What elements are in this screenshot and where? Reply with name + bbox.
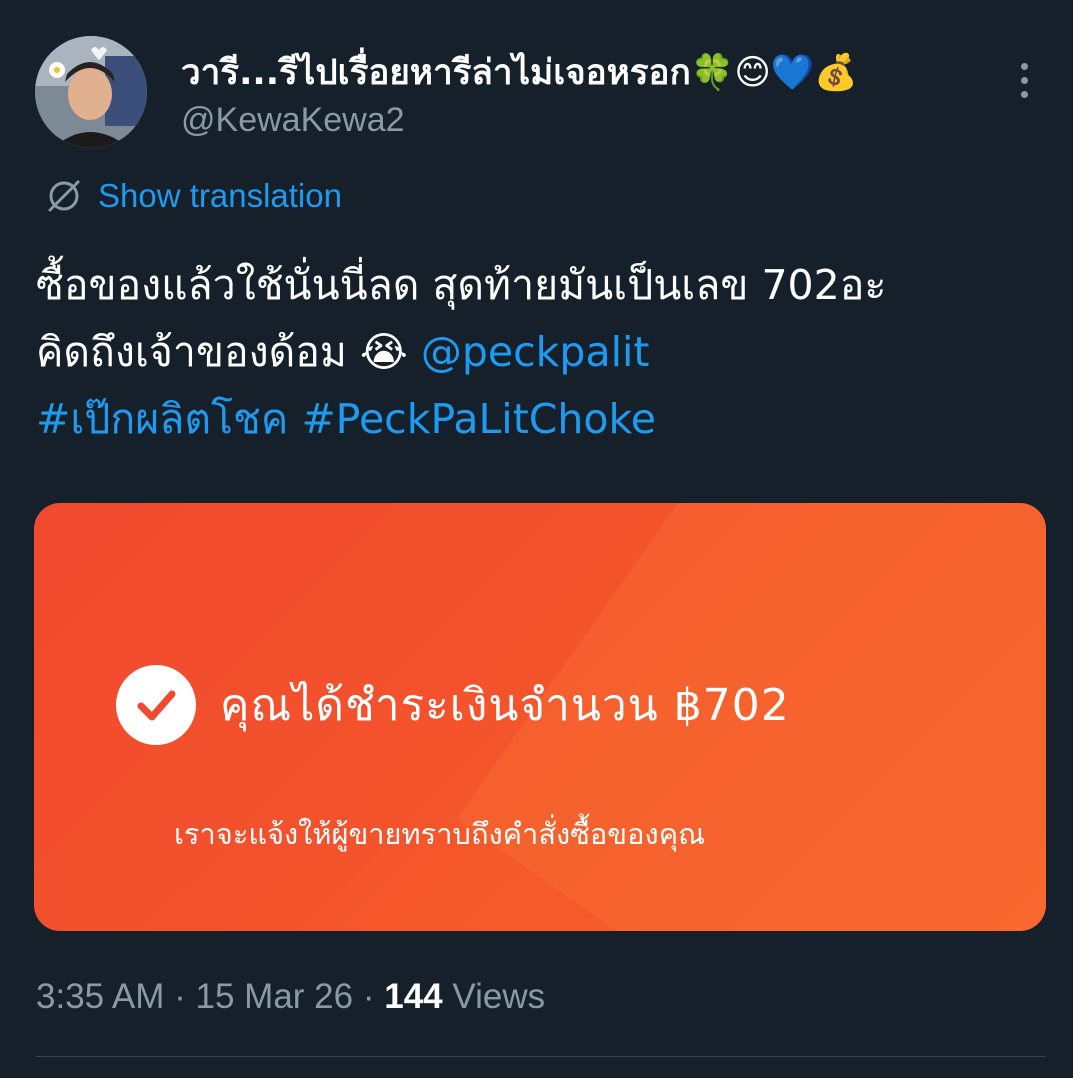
more-vertical-icon bbox=[1020, 62, 1028, 70]
tweet-meta: 3:35 AM · 15 Mar 26 · 144 Views bbox=[36, 975, 545, 1019]
seller-notify-text: เราจะแจ้งให้ผู้ขายทราบถึงคำสั่งซื้อของคุ… bbox=[174, 817, 706, 851]
meta-separator: · bbox=[164, 977, 196, 1016]
more-options-button[interactable] bbox=[1004, 58, 1044, 102]
more-vertical-icon-dot bbox=[1020, 76, 1028, 84]
user-handle[interactable]: @KewaKewa2 bbox=[181, 100, 405, 140]
more-vertical-icon-dot bbox=[1020, 90, 1028, 98]
views-label: Views bbox=[442, 977, 546, 1016]
payment-confirmation: คุณได้ชำระเงินจำนวน ฿702 bbox=[116, 665, 790, 745]
tweet-media-image[interactable]: คุณได้ชำระเงินจำนวน ฿702 เราจะแจ้งให้ผู้… bbox=[34, 503, 1046, 931]
tweet-text-line: ซื้อของแล้วใช้นั่นนี่ลด สุดท้ายมันเป็นเล… bbox=[36, 252, 1046, 319]
avatar-image bbox=[35, 36, 147, 148]
show-translation-button[interactable]: Show translation bbox=[42, 172, 342, 220]
meta-separator: · bbox=[353, 977, 385, 1016]
display-name[interactable]: วารี...รีไปเรื่อยหารีล่าไม่เจอหรอก🍀😊💙💰 bbox=[181, 50, 858, 96]
show-translation-label: Show translation bbox=[98, 177, 342, 214]
avatar[interactable] bbox=[35, 36, 147, 148]
tweet-text-line: คิดถึงเจ้าของด้อม 😭 @peckpalit bbox=[36, 319, 1046, 386]
tweet-hashtags-line: #เป๊กผลิตโชค #PeckPaLitChoke bbox=[36, 386, 1046, 453]
views-count[interactable]: 144 bbox=[384, 977, 442, 1016]
divider bbox=[36, 1056, 1046, 1057]
translate-icon bbox=[42, 174, 86, 218]
hashtag-link[interactable]: #เป๊กผลิตโชค bbox=[36, 395, 288, 443]
tweet-date[interactable]: 15 Mar 26 bbox=[196, 977, 354, 1016]
tweet-text: ซื้อของแล้วใช้นั่นนี่ลด สุดท้ายมันเป็นเล… bbox=[36, 252, 1046, 453]
tweet-time[interactable]: 3:35 AM bbox=[36, 977, 164, 1016]
mention-link[interactable]: @peckpalit bbox=[421, 328, 650, 376]
check-circle-icon bbox=[116, 665, 196, 745]
payment-amount-text: คุณได้ชำระเงินจำนวน ฿702 bbox=[220, 680, 790, 731]
hashtag-link[interactable]: #PeckPaLitChoke bbox=[301, 395, 656, 443]
tweet-text-segment: คิดถึงเจ้าของด้อม 😭 bbox=[36, 328, 421, 376]
tweet-text-segment: ซื้อของแล้วใช้นั่นนี่ลด สุดท้ายมันเป็นเล… bbox=[36, 261, 887, 309]
